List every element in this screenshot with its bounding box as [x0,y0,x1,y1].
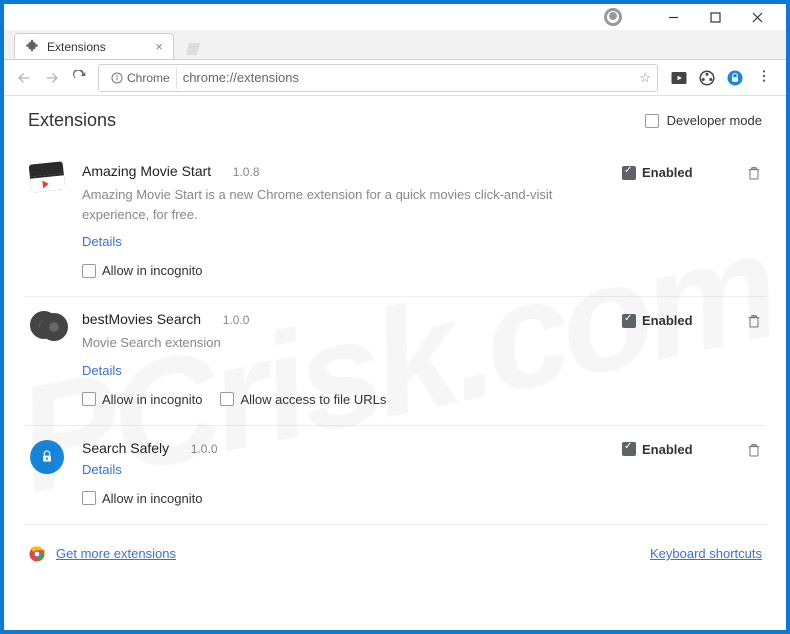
info-icon [111,72,123,84]
allow-incognito-checkbox[interactable] [82,392,96,406]
trash-icon [746,313,762,329]
page-header: Extensions Developer mode [24,110,766,131]
user-account-icon[interactable] [604,8,622,26]
allow-incognito-option[interactable]: Allow in incognito [82,491,202,506]
toolbar: Chrome ☆ [4,60,786,96]
allow-incognito-label: Allow in incognito [102,263,202,278]
reload-button[interactable] [70,68,90,88]
remove-button[interactable] [746,442,762,461]
keyboard-shortcuts-link[interactable]: Keyboard shortcuts [650,546,762,561]
forward-button[interactable] [42,68,62,88]
close-button[interactable] [736,4,778,30]
allow-incognito-checkbox[interactable] [82,264,96,278]
titlebar [4,4,786,30]
address-bar[interactable]: Chrome ☆ [98,64,658,92]
clapper-icon [29,161,66,192]
reel-ext-icon[interactable] [698,69,716,87]
site-info-label: Chrome [127,71,170,85]
puzzle-icon [25,38,39,55]
extension-card: bestMovies Search 1.0.0 Movie Search ext… [24,297,766,426]
enabled-toggle[interactable]: Enabled [622,165,693,180]
trash-icon [746,165,762,181]
chrome-logo-icon [28,545,46,563]
extension-body: bestMovies Search 1.0.0 Movie Search ext… [82,311,606,407]
extension-name: Amazing Movie Start [82,163,211,179]
enabled-checkbox[interactable] [622,314,636,328]
extension-icon [28,311,66,407]
allow-file-urls-option[interactable]: Allow access to file URLs [220,392,386,407]
extension-icons-tray [666,69,748,87]
get-more-extensions[interactable]: Get more extensions [28,545,176,563]
enabled-checkbox[interactable] [622,166,636,180]
footer: Get more extensions Keyboard shortcuts [24,525,766,573]
developer-mode-label: Developer mode [667,113,762,128]
bookmark-star-icon[interactable]: ☆ [639,70,651,86]
allow-incognito-label: Allow in incognito [102,491,202,506]
url-input[interactable] [183,70,634,85]
extension-version: 1.0.0 [191,442,218,456]
extension-card: Amazing Movie Start 1.0.8 Amazing Movie … [24,149,766,297]
allow-incognito-option[interactable]: Allow in incognito [82,392,202,407]
extension-body: Search Safely 1.0.0 Details Allow in inc… [82,440,606,506]
extension-description: Movie Search extension [82,333,606,353]
developer-mode-toggle[interactable]: Developer mode [645,113,762,128]
details-link[interactable]: Details [82,462,122,477]
allow-file-urls-checkbox[interactable] [220,392,234,406]
back-button[interactable] [14,68,34,88]
extension-card: Search Safely 1.0.0 Details Allow in inc… [24,426,766,525]
enabled-label: Enabled [642,442,693,457]
allow-incognito-option[interactable]: Allow in incognito [82,263,202,278]
page-title: Extensions [28,110,116,131]
extension-name: bestMovies Search [82,311,201,327]
extension-body: Amazing Movie Start 1.0.8 Amazing Movie … [82,163,606,278]
extension-icon [28,163,66,278]
reel-icon [30,311,64,337]
extension-version: 1.0.0 [223,313,250,327]
details-link[interactable]: Details [82,234,122,249]
site-info-chip[interactable]: Chrome [105,67,177,89]
content-area: PCrisk.com Extensions Developer mode Ama… [4,96,786,630]
remove-button[interactable] [746,165,762,184]
tab-strip: Extensions × [4,30,786,60]
extension-description: Amazing Movie Start is a new Chrome exte… [82,185,606,224]
details-link[interactable]: Details [82,363,122,378]
tab-extensions[interactable]: Extensions × [14,33,174,59]
enabled-toggle[interactable]: Enabled [622,313,693,328]
tab-label: Extensions [47,40,147,54]
allow-incognito-checkbox[interactable] [82,491,96,505]
enabled-checkbox[interactable] [622,442,636,456]
lock-icon [30,440,64,474]
enabled-toggle[interactable]: Enabled [622,442,693,457]
extension-version: 1.0.8 [233,165,260,179]
movie-ext-icon[interactable] [670,69,688,87]
enabled-label: Enabled [642,313,693,328]
developer-mode-checkbox[interactable] [645,114,659,128]
extension-icon [28,440,66,506]
menu-button[interactable] [756,68,776,87]
tab-close-icon[interactable]: × [155,39,163,54]
enabled-label: Enabled [642,165,693,180]
lock-ext-icon[interactable] [726,69,744,87]
trash-icon [746,442,762,458]
get-more-link[interactable]: Get more extensions [56,546,176,561]
minimize-button[interactable] [652,4,694,30]
maximize-button[interactable] [694,4,736,30]
new-tab-button[interactable] [180,39,206,59]
allow-incognito-label: Allow in incognito [102,392,202,407]
window: Extensions × Chrome ☆ [4,4,786,630]
allow-file-urls-label: Allow access to file URLs [240,392,386,407]
extension-name: Search Safely [82,440,169,456]
remove-button[interactable] [746,313,762,332]
